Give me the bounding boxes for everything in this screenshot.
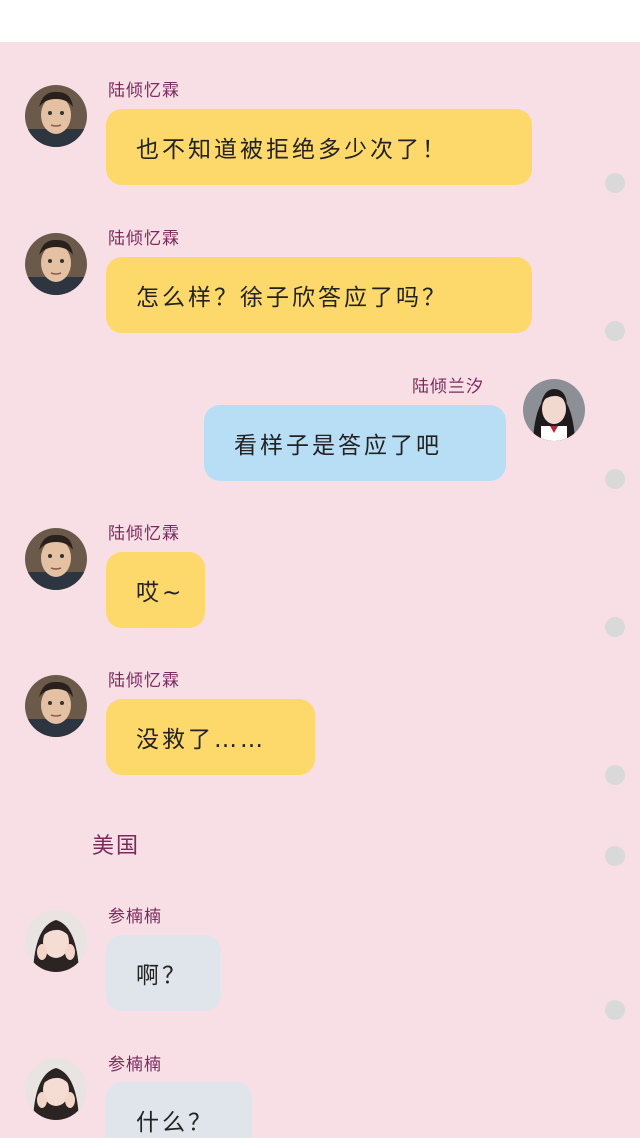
message-bubble[interactable]: 啊？: [106, 935, 221, 1011]
message-bubble[interactable]: 什么？: [106, 1082, 252, 1138]
select-indicator-icon[interactable]: [605, 173, 625, 193]
sender-name: 陆倾忆霖: [108, 81, 180, 101]
sender-name: 参楠楠: [108, 907, 162, 927]
location-label: 美国: [92, 834, 141, 859]
select-indicator-icon[interactable]: [605, 617, 625, 637]
sender-name: 陆倾忆霖: [108, 671, 180, 691]
avatar-female-2[interactable]: [25, 1058, 87, 1120]
select-indicator-icon[interactable]: [605, 1000, 625, 1020]
top-bar: [0, 0, 640, 42]
sender-name: 陆倾忆霖: [108, 229, 180, 249]
avatar-male[interactable]: [25, 233, 87, 295]
select-indicator-icon[interactable]: [605, 846, 625, 866]
avatar-female-2[interactable]: [25, 910, 87, 972]
avatar-male[interactable]: [25, 85, 87, 147]
sender-name: 陆倾兰汐: [412, 377, 484, 397]
select-indicator-icon[interactable]: [605, 765, 625, 785]
message-bubble[interactable]: 也不知道被拒绝多少次了！: [106, 109, 532, 185]
avatar-female[interactable]: [523, 379, 585, 441]
sender-name: 参楠楠: [108, 1055, 162, 1075]
avatar-male[interactable]: [25, 675, 87, 737]
select-indicator-icon[interactable]: [605, 469, 625, 489]
message-bubble[interactable]: 没救了……: [106, 699, 315, 775]
chat-area[interactable]: 陆倾忆霖 也不知道被拒绝多少次了！ 陆倾忆霖 怎么样？徐子欣答应了吗？ 陆倾兰汐…: [0, 42, 640, 1138]
message-bubble[interactable]: 怎么样？徐子欣答应了吗？: [106, 257, 532, 333]
avatar-male[interactable]: [25, 528, 87, 590]
sender-name: 陆倾忆霖: [108, 524, 180, 544]
message-bubble[interactable]: 看样子是答应了吧: [204, 405, 506, 481]
message-bubble[interactable]: 哎~: [106, 552, 205, 628]
select-indicator-icon[interactable]: [605, 321, 625, 341]
